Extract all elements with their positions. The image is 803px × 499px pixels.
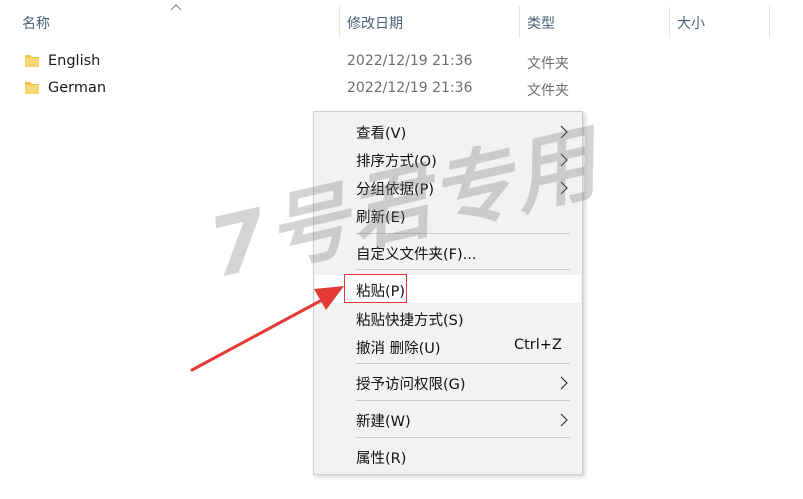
chevron-right-icon bbox=[560, 181, 568, 195]
menu-item-sort-by[interactable]: 排序方式(O) bbox=[315, 145, 581, 173]
chevron-right-icon bbox=[560, 125, 568, 139]
menu-item-grant-access[interactable]: 授予访问权限(G) bbox=[315, 368, 581, 396]
file-row[interactable]: English 2022/12/19 21:36 文件夹 bbox=[0, 49, 803, 75]
file-type: 文件夹 bbox=[527, 56, 569, 72]
column-modified[interactable]: 修改日期 bbox=[347, 13, 403, 33]
menu-item-new[interactable]: 新建(W) bbox=[315, 405, 581, 433]
chevron-right-icon bbox=[560, 376, 568, 390]
sort-ascending-icon bbox=[170, 4, 182, 11]
column-size[interactable]: 大小 bbox=[677, 13, 705, 33]
column-divider[interactable] bbox=[519, 6, 520, 38]
menu-separator bbox=[356, 400, 570, 401]
column-name[interactable]: 名称 bbox=[22, 13, 50, 33]
menu-item-group-by[interactable]: 分组依据(P) bbox=[315, 173, 581, 201]
menu-item-refresh[interactable]: 刷新(E) bbox=[315, 201, 581, 229]
file-row[interactable]: German 2022/12/19 21:36 文件夹 bbox=[0, 76, 803, 102]
menu-item-properties[interactable]: 属性(R) bbox=[315, 442, 581, 470]
context-menu: 查看(V) 排序方式(O) 分组依据(P) 刷新(E) 自定义文件夹(F)...… bbox=[313, 111, 583, 475]
menu-separator bbox=[356, 437, 570, 438]
file-modified: 2022/12/19 21:36 bbox=[347, 80, 473, 96]
column-header-bar: 名称 修改日期 类型 大小 bbox=[0, 0, 803, 44]
shortcut-label: Ctrl+Z bbox=[514, 337, 562, 353]
menu-item-paste-shortcut[interactable]: 粘贴快捷方式(S) bbox=[315, 304, 581, 332]
file-type: 文件夹 bbox=[527, 83, 569, 99]
file-modified: 2022/12/19 21:36 bbox=[347, 53, 473, 69]
menu-separator bbox=[356, 233, 570, 234]
chevron-right-icon bbox=[560, 153, 568, 167]
column-divider[interactable] bbox=[339, 6, 340, 38]
menu-item-paste[interactable]: 粘贴(P) bbox=[315, 274, 581, 303]
chevron-right-icon bbox=[560, 413, 568, 427]
column-divider[interactable] bbox=[769, 6, 770, 38]
menu-item-view[interactable]: 查看(V) bbox=[315, 117, 581, 145]
column-divider[interactable] bbox=[669, 6, 670, 38]
column-type[interactable]: 类型 bbox=[527, 13, 555, 33]
folder-icon bbox=[25, 82, 39, 94]
menu-item-customize-folder[interactable]: 自定义文件夹(F)... bbox=[315, 238, 581, 266]
menu-separator bbox=[356, 363, 570, 364]
folder-icon bbox=[25, 55, 39, 67]
file-name: English bbox=[48, 53, 101, 69]
menu-separator bbox=[356, 269, 570, 270]
file-name: German bbox=[48, 80, 107, 96]
menu-item-undo-delete[interactable]: 撤消 删除(U) Ctrl+Z bbox=[315, 332, 581, 360]
